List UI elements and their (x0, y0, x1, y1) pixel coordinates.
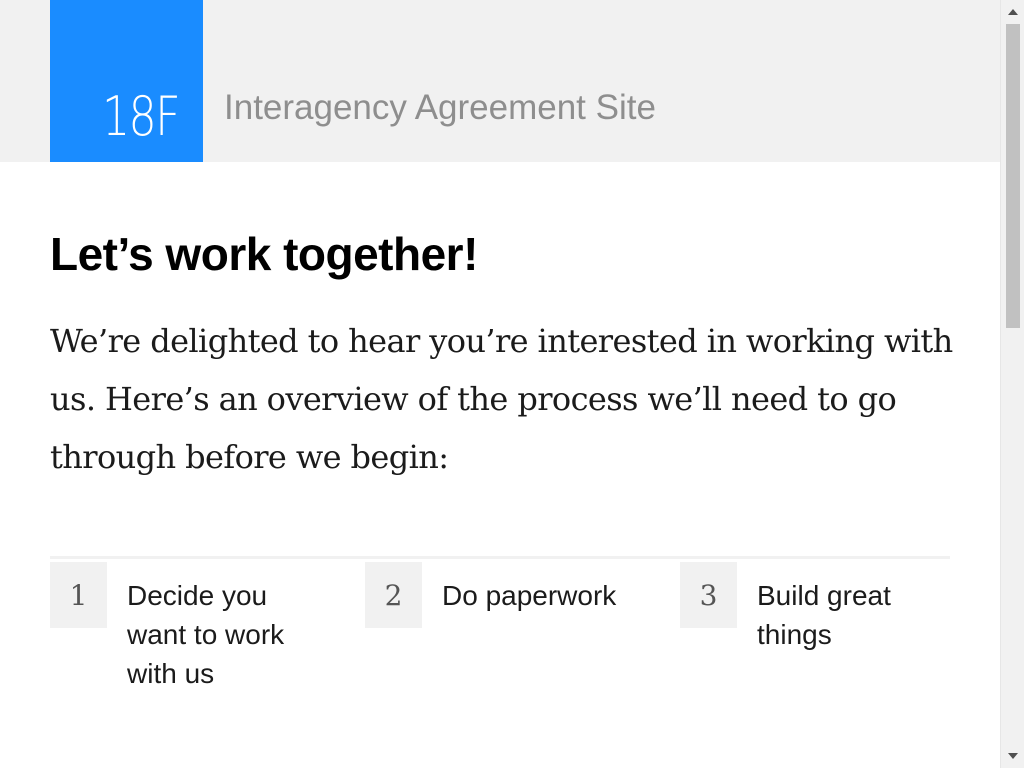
intro-paragraph: We’re delighted to hear you’re intereste… (50, 322, 953, 476)
step-label: Do paperwork (442, 580, 617, 611)
step-2: 2 Do paperwork (365, 562, 665, 702)
step-number: 2 (365, 562, 422, 628)
step-1: 1 Decide you want to work with us (50, 562, 350, 702)
process-steps: 1 Decide you want to work with us 2 Do p… (50, 556, 950, 709)
logo-18f[interactable]: 18F (50, 0, 203, 162)
scrollbar-thumb[interactable] (1006, 24, 1020, 328)
page: 18F Interagency Agreement Site Let’s wor… (0, 0, 1000, 768)
step-label: Build great things (757, 580, 891, 650)
step-3: 3 Build great things (680, 562, 980, 702)
logo-text: 18F (102, 85, 181, 148)
step-number: 3 (680, 562, 737, 628)
scroll-up-arrow-icon[interactable] (1001, 0, 1024, 24)
step-label: Decide you want to work with us (127, 580, 285, 689)
step-number: 1 (50, 562, 107, 628)
vertical-scrollbar[interactable] (1000, 0, 1024, 768)
page-heading: Let’s work together! (50, 228, 478, 280)
site-header: 18F Interagency Agreement Site (0, 0, 1000, 162)
scroll-down-arrow-icon[interactable] (1001, 744, 1024, 768)
site-title[interactable]: Interagency Agreement Site (224, 86, 656, 130)
